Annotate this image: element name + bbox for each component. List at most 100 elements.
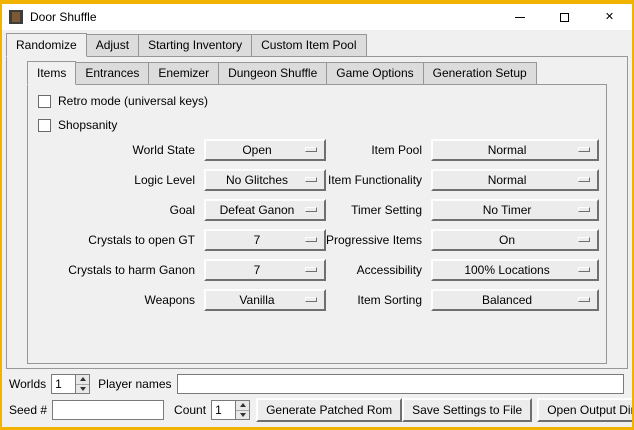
app-icon <box>9 10 23 24</box>
window: Door Shuffle ✕ Randomize Adjust Starting… <box>0 0 634 430</box>
maximize-icon <box>560 13 569 22</box>
retro-mode-checkbox-row[interactable]: Retro mode (universal keys) <box>38 89 598 113</box>
title-bar: Door Shuffle ✕ <box>2 4 632 30</box>
open-output-directory-button[interactable]: Open Output Directory <box>537 398 634 422</box>
timer-setting-label: Timer Setting <box>326 203 431 217</box>
item-functionality-label: Item Functionality <box>326 173 431 187</box>
dropdown-value: Normal <box>488 173 543 187</box>
count-spinbox <box>211 400 250 420</box>
tab-enemizer[interactable]: Enemizer <box>149 62 219 85</box>
minimize-icon <box>515 17 525 18</box>
tab-dungeon-shuffle[interactable]: Dungeon Shuffle <box>219 62 327 85</box>
logic-level-label: Logic Level <box>36 173 204 187</box>
dropdown-indicator-icon <box>305 177 317 182</box>
dropdown-indicator-icon <box>578 237 590 242</box>
options-grid: World State Open Item Pool Normal Logic … <box>36 139 598 311</box>
dropdown-indicator-icon <box>578 147 590 152</box>
goal-label: Goal <box>36 203 204 217</box>
accessibility-label: Accessibility <box>326 263 431 277</box>
player-names-label: Player names <box>98 377 171 391</box>
tab-game-options[interactable]: Game Options <box>327 62 423 85</box>
worlds-label: Worlds <box>9 377 46 391</box>
dropdown-indicator-icon <box>305 267 317 272</box>
crystals-gt-dropdown[interactable]: 7 <box>204 229 326 251</box>
window-controls: ✕ <box>497 4 632 30</box>
dropdown-value: Normal <box>488 143 543 157</box>
worlds-spinbox <box>51 374 90 394</box>
world-state-dropdown[interactable]: Open <box>204 139 326 161</box>
crystals-ganon-label: Crystals to harm Ganon <box>36 263 204 277</box>
dropdown-value: Open <box>242 143 287 157</box>
tab-entrances[interactable]: Entrances <box>76 62 149 85</box>
spin-down-icon[interactable] <box>236 411 249 420</box>
dropdown-value: Defeat Ganon <box>220 203 311 217</box>
window-title: Door Shuffle <box>30 10 97 24</box>
spin-up-icon[interactable] <box>236 401 249 411</box>
outer-tab-bar: Randomize Adjust Starting Inventory Cust… <box>6 33 632 56</box>
goal-dropdown[interactable]: Defeat Ganon <box>204 199 326 221</box>
seed-label: Seed # <box>9 403 47 417</box>
tab-adjust[interactable]: Adjust <box>87 34 139 57</box>
tab-randomize[interactable]: Randomize <box>6 33 87 57</box>
item-pool-dropdown[interactable]: Normal <box>431 139 599 161</box>
dropdown-value: No Glitches <box>226 173 304 187</box>
item-pool-label: Item Pool <box>326 143 431 157</box>
close-button[interactable]: ✕ <box>587 4 632 30</box>
logic-level-dropdown[interactable]: No Glitches <box>204 169 326 191</box>
item-functionality-dropdown[interactable]: Normal <box>431 169 599 191</box>
close-icon: ✕ <box>605 12 614 23</box>
inner-tab-bar: Items Entrances Enemizer Dungeon Shuffle… <box>27 61 627 84</box>
retro-mode-label: Retro mode (universal keys) <box>58 94 208 108</box>
dropdown-indicator-icon <box>305 207 317 212</box>
tab-generation-setup[interactable]: Generation Setup <box>424 62 537 85</box>
item-sorting-dropdown[interactable]: Balanced <box>431 289 599 311</box>
progressive-items-dropdown[interactable]: On <box>431 229 599 251</box>
dropdown-indicator-icon <box>578 207 590 212</box>
dropdown-value: 7 <box>254 233 277 247</box>
randomize-panel: Items Entrances Enemizer Dungeon Shuffle… <box>6 56 628 369</box>
player-names-input[interactable] <box>177 374 625 394</box>
save-settings-button[interactable]: Save Settings to File <box>402 398 532 422</box>
worlds-spin-buttons <box>75 374 90 394</box>
dropdown-indicator-icon <box>578 297 590 302</box>
spin-up-icon[interactable] <box>76 375 89 385</box>
spin-down-icon[interactable] <box>76 385 89 394</box>
shopsanity-checkbox-row[interactable]: Shopsanity <box>38 113 598 137</box>
crystals-ganon-dropdown[interactable]: 7 <box>204 259 326 281</box>
tab-items[interactable]: Items <box>27 61 76 85</box>
count-spin-buttons <box>235 400 250 420</box>
tab-custom-item-pool[interactable]: Custom Item Pool <box>252 34 366 57</box>
dropdown-value: No Timer <box>483 203 548 217</box>
seed-row: Seed # Count Generate Patched Rom Save S… <box>4 398 630 422</box>
progressive-items-label: Progressive Items <box>326 233 431 247</box>
minimize-button[interactable] <box>497 4 542 30</box>
accessibility-dropdown[interactable]: 100% Locations <box>431 259 599 281</box>
dropdown-value: 100% Locations <box>464 263 565 277</box>
seed-input[interactable] <box>52 400 164 420</box>
dropdown-value: Balanced <box>482 293 548 307</box>
tab-starting-inventory[interactable]: Starting Inventory <box>139 34 252 57</box>
dropdown-value: On <box>499 233 531 247</box>
count-input[interactable] <box>211 400 235 420</box>
item-sorting-label: Item Sorting <box>326 293 431 307</box>
retro-mode-checkbox[interactable] <box>38 95 51 108</box>
timer-setting-dropdown[interactable]: No Timer <box>431 199 599 221</box>
dropdown-indicator-icon <box>578 267 590 272</box>
maximize-button[interactable] <box>542 4 587 30</box>
crystals-gt-label: Crystals to open GT <box>36 233 204 247</box>
generate-patched-rom-button[interactable]: Generate Patched Rom <box>256 398 402 422</box>
dropdown-value: 7 <box>254 263 277 277</box>
count-label: Count <box>174 403 206 417</box>
weapons-label: Weapons <box>36 293 204 307</box>
worlds-input[interactable] <box>51 374 75 394</box>
shopsanity-label: Shopsanity <box>58 118 117 132</box>
dropdown-indicator-icon <box>305 297 317 302</box>
items-panel: Retro mode (universal keys) Shopsanity W… <box>27 84 607 364</box>
dropdown-indicator-icon <box>305 147 317 152</box>
dropdown-indicator-icon <box>305 237 317 242</box>
weapons-dropdown[interactable]: Vanilla <box>204 289 326 311</box>
worlds-row: Worlds Player names <box>4 374 630 394</box>
shopsanity-checkbox[interactable] <box>38 119 51 132</box>
dropdown-value: Vanilla <box>239 293 290 307</box>
world-state-label: World State <box>36 143 204 157</box>
